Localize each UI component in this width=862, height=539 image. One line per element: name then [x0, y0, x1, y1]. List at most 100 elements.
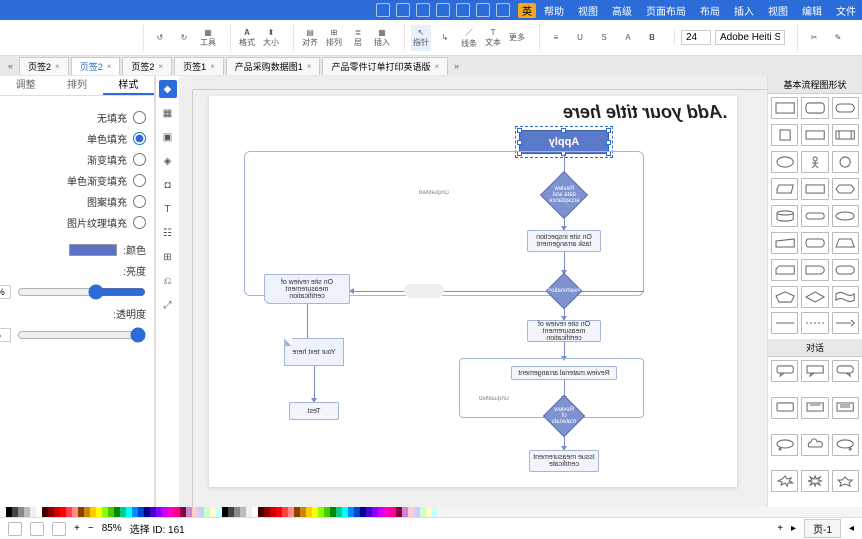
- more-button[interactable]: 更多: [507, 25, 527, 51]
- shape-diamond[interactable]: [801, 286, 828, 308]
- connector[interactable]: [314, 366, 315, 400]
- page-tab[interactable]: 页-1: [804, 519, 841, 538]
- close-icon[interactable]: ×: [107, 62, 112, 71]
- transparency-value[interactable]: [0, 328, 11, 342]
- shape-line[interactable]: [771, 312, 798, 334]
- menu-edit[interactable]: 编辑: [802, 3, 822, 18]
- tabs-collapse-icon[interactable]: »: [4, 61, 17, 71]
- win-icon[interactable]: [416, 3, 430, 17]
- rail-grid-icon[interactable]: ▦: [159, 104, 177, 122]
- menu-insert[interactable]: 插入: [734, 3, 754, 18]
- zoom-in-icon[interactable]: +: [74, 523, 80, 534]
- connector[interactable]: [564, 252, 565, 272]
- doc-tab[interactable]: ×页签2: [122, 57, 172, 75]
- shape-circle[interactable]: [832, 151, 859, 173]
- pointer-tool[interactable]: ↖指针: [411, 25, 431, 51]
- menu-file[interactable]: 文件: [836, 3, 856, 18]
- brightness-slider[interactable]: [17, 284, 146, 300]
- brightness-value[interactable]: [0, 285, 11, 299]
- fill-option-pattern[interactable]: 图案填充: [8, 194, 146, 209]
- props-tab-style[interactable]: 样式: [103, 76, 154, 95]
- tools-button[interactable]: ▦工具: [198, 25, 218, 51]
- menu-page[interactable]: 页面布局: [646, 3, 686, 18]
- win-icon[interactable]: [436, 3, 450, 17]
- node-onsite-review-left[interactable]: On site review of measurement certificat…: [264, 274, 350, 304]
- fit-icon[interactable]: [52, 522, 66, 536]
- underline-button[interactable]: U: [570, 25, 590, 51]
- tabs-expand-icon[interactable]: «: [450, 61, 463, 71]
- shape-ellipse[interactable]: [771, 151, 798, 173]
- doc-tab[interactable]: ×产品零件订单打印英语版: [322, 57, 448, 75]
- page-surface[interactable]: Add your title here. Apply Review data a…: [209, 96, 737, 487]
- menu-layout[interactable]: 布局: [700, 3, 720, 18]
- shape-arrow[interactable]: [832, 312, 859, 334]
- node-issue-cert[interactable]: Issue measurement certificate: [529, 450, 599, 472]
- shape-ellipse2[interactable]: [832, 205, 859, 227]
- page-nav-prev[interactable]: ◂: [849, 523, 854, 534]
- shape-terminator[interactable]: [832, 97, 859, 119]
- shape-cloud[interactable]: [801, 434, 828, 456]
- shape-display[interactable]: [801, 232, 828, 254]
- shape-tape[interactable]: [832, 286, 859, 308]
- shape-process[interactable]: [801, 178, 828, 200]
- doc-tab-active[interactable]: ×页签2: [71, 57, 121, 75]
- shape-burst3[interactable]: [832, 470, 859, 492]
- fill-option-none[interactable]: 无填充: [8, 110, 146, 125]
- close-icon[interactable]: ×: [158, 62, 163, 71]
- menu-view[interactable]: 视图: [768, 3, 788, 18]
- rail-link-icon[interactable]: ⎌: [159, 272, 177, 290]
- win-icon[interactable]: [476, 3, 490, 17]
- props-tab-arrange[interactable]: 排列: [51, 76, 102, 95]
- node-test[interactable]: Test: [289, 402, 339, 420]
- transparency-slider[interactable]: [17, 327, 146, 343]
- undo-button[interactable]: ↺: [150, 25, 170, 51]
- scissors-icon[interactable]: ✂: [804, 25, 824, 51]
- connector-tool[interactable]: ↳: [435, 25, 455, 51]
- fill-option-solid[interactable]: 单色填充: [8, 131, 146, 146]
- props-tab-adjust[interactable]: 调整: [0, 76, 51, 95]
- strike-button[interactable]: S: [594, 25, 614, 51]
- shape-thought2[interactable]: [832, 434, 859, 456]
- rail-shapes-icon[interactable]: ◆: [159, 80, 177, 98]
- shape-dashline[interactable]: [801, 312, 828, 334]
- menu-advanced[interactable]: 高级: [612, 3, 632, 18]
- shape-card[interactable]: [771, 259, 798, 281]
- rail-expand-icon[interactable]: ⤢: [159, 296, 177, 314]
- shape-stadium[interactable]: [832, 259, 859, 281]
- rail-layers-icon[interactable]: ◈: [159, 152, 177, 170]
- doc-tab[interactable]: ×页签1: [174, 57, 224, 75]
- lang-badge[interactable]: 英: [518, 3, 536, 18]
- format-button[interactable]: A格式: [237, 25, 257, 51]
- fullscreen-icon[interactable]: [30, 522, 44, 536]
- shape-terminator2[interactable]: [801, 205, 828, 227]
- shape-callout5[interactable]: [801, 397, 828, 419]
- palette-strip[interactable]: [6, 507, 856, 517]
- shape-square[interactable]: [771, 124, 798, 146]
- shape-callout2[interactable]: [801, 360, 828, 382]
- insert-button[interactable]: ▦插入: [372, 25, 392, 51]
- arrange-button[interactable]: ⊞排列: [324, 25, 344, 51]
- rail-table-icon[interactable]: ☷: [159, 224, 177, 242]
- palette-swatch[interactable]: [432, 507, 438, 517]
- shape-pentagon[interactable]: [771, 286, 798, 308]
- shape-thought[interactable]: [771, 434, 798, 456]
- text-tool[interactable]: T文本: [483, 25, 503, 51]
- zoom-out-icon[interactable]: −: [88, 523, 94, 534]
- shape-hex[interactable]: [832, 178, 859, 200]
- menu-view2[interactable]: 视图: [578, 3, 598, 18]
- shape-trapezoid[interactable]: [832, 232, 859, 254]
- fill-option-picture[interactable]: 图片纹理填充: [8, 215, 146, 230]
- connector[interactable]: [307, 304, 308, 338]
- shape-roundrect[interactable]: [801, 97, 828, 119]
- shape-callout6[interactable]: [832, 397, 859, 419]
- shape-callout3[interactable]: [832, 360, 859, 382]
- shape-callout[interactable]: [771, 360, 798, 382]
- font-color-button[interactable]: A: [618, 25, 638, 51]
- align-button[interactable]: ▤对齐: [300, 25, 320, 51]
- win-icon[interactable]: [396, 3, 410, 17]
- page-title[interactable]: Add your title here.: [563, 102, 727, 123]
- bold-button[interactable]: B: [642, 25, 662, 51]
- fill-option-mono-gradient[interactable]: 单色渐变填充: [8, 173, 146, 188]
- redo-button[interactable]: ↻: [174, 25, 194, 51]
- font-size-select[interactable]: [681, 30, 711, 45]
